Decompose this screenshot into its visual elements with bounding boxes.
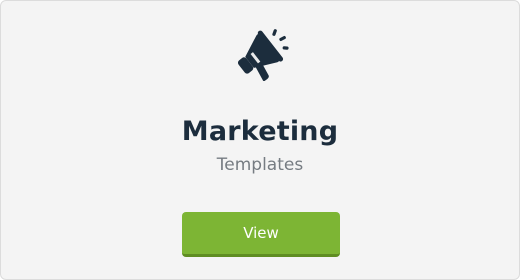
template-card: Marketing Templates View: [0, 0, 520, 280]
megaphone-icon: [229, 25, 291, 81]
card-title: Marketing: [181, 116, 339, 147]
view-button[interactable]: View: [182, 212, 340, 257]
card-subtitle: Templates: [216, 155, 304, 175]
